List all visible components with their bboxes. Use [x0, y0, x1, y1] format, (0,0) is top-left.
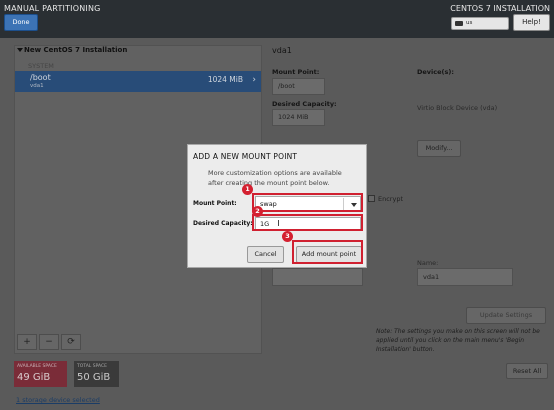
partition-section-title: vda1 — [272, 46, 292, 55]
annotation-box-add-button — [292, 240, 363, 264]
total-space-value: 50 GiB — [77, 372, 111, 383]
annotation-badge-3: 3 — [282, 231, 293, 242]
total-space-label: TOTAL SPACE — [77, 364, 107, 369]
chevron-right-icon: › — [252, 75, 256, 85]
installation-title: New CentOS 7 Installation — [24, 46, 128, 54]
mount-point-field[interactable]: /boot — [272, 78, 325, 95]
help-button[interactable]: Help! — [513, 14, 550, 31]
settings-note: Note: The settings you make on this scre… — [376, 328, 540, 353]
name-label: Name: — [417, 259, 439, 267]
annotation-badge-1: 1 — [242, 184, 253, 195]
device-value: Virtio Block Device (vda) — [417, 104, 498, 112]
encrypt-checkbox[interactable] — [368, 195, 375, 202]
done-button[interactable]: Done — [4, 14, 38, 31]
name-field[interactable]: vda1 — [417, 268, 513, 286]
annotation-box-mount-point — [252, 193, 363, 212]
reset-all-button[interactable]: Reset All — [506, 363, 548, 379]
cancel-button[interactable]: Cancel — [247, 246, 284, 263]
annotation-badge-2: 2 — [252, 206, 263, 217]
add-partition-button[interactable]: + — [17, 334, 37, 350]
partition-device-label: vda1 — [30, 83, 44, 89]
label-field[interactable] — [272, 268, 363, 286]
available-space-label: AVAILABLE SPACE — [17, 364, 57, 369]
annotation-box-capacity — [252, 214, 363, 231]
update-settings-button[interactable]: Update Settings — [466, 307, 546, 324]
partition-row-boot[interactable]: /boot vda1 1024 MiB › — [15, 71, 261, 92]
expand-arrow-icon[interactable] — [17, 48, 23, 52]
total-space-badge: TOTAL SPACE 50 GiB — [74, 361, 119, 387]
devices-label: Device(s): — [417, 68, 454, 76]
keyboard-layout-label: us — [466, 20, 473, 26]
partition-mount-label: /boot — [30, 73, 51, 82]
partition-size-label: 1024 MiB — [207, 75, 243, 84]
keyboard-icon — [455, 21, 463, 26]
refresh-button[interactable]: ⟳ — [61, 334, 81, 350]
available-space-badge: AVAILABLE SPACE 49 GiB — [14, 361, 67, 387]
desired-capacity-field[interactable]: 1024 MiB — [272, 109, 325, 126]
top-bar: MANUAL PARTITIONING Done CENTOS 7 INSTAL… — [0, 0, 554, 38]
dialog-title: ADD A NEW MOUNT POINT — [193, 152, 298, 161]
dialog-info-text: More customization options are available… — [208, 169, 342, 187]
desired-capacity-label: Desired Capacity: — [272, 100, 337, 108]
available-space-value: 49 GiB — [17, 372, 51, 383]
system-section-label: SYSTEM — [28, 62, 54, 70]
keyboard-layout-indicator[interactable]: us — [451, 17, 509, 30]
mount-point-label: Mount Point: — [272, 68, 320, 76]
remove-partition-button[interactable]: − — [39, 334, 59, 350]
storage-devices-link[interactable]: 1 storage device selected — [16, 396, 100, 404]
modify-devices-button[interactable]: Modify... — [417, 140, 461, 157]
page-title: MANUAL PARTITIONING — [4, 4, 101, 13]
encrypt-label: Encrypt — [378, 195, 403, 203]
dialog-capacity-label: Desired Capacity: — [193, 220, 253, 227]
product-title: CENTOS 7 INSTALLATION — [450, 4, 550, 13]
dialog-mount-point-label: Mount Point: — [193, 200, 237, 207]
